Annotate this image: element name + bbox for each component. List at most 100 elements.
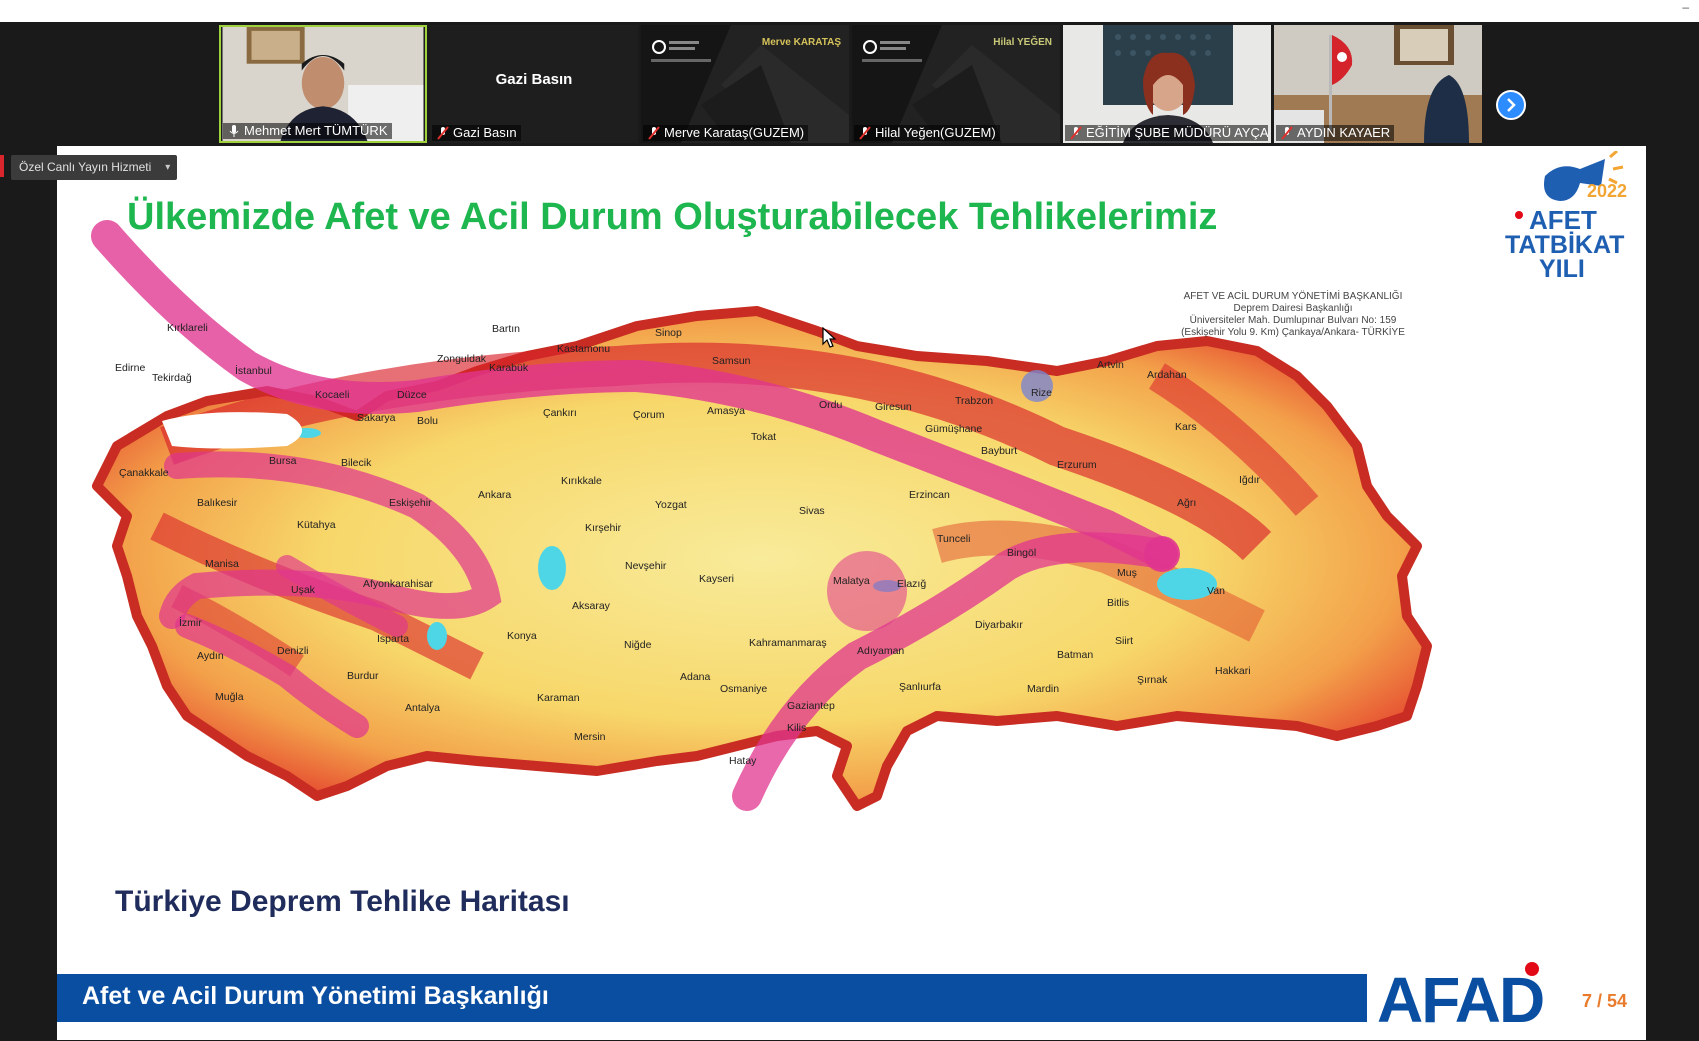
- city-label: Kırıkkale: [561, 475, 602, 487]
- virtual-background-label: Merve KARATAŞ: [761, 37, 841, 48]
- city-label: Sakarya: [357, 412, 396, 424]
- city-label: Mersin: [574, 731, 606, 743]
- mic-muted-icon: [1070, 126, 1082, 140]
- live-indicator: [0, 155, 4, 177]
- city-label: Niğde: [624, 639, 652, 651]
- city-label: Çankırı: [543, 407, 577, 419]
- city-label: Kırşehir: [585, 522, 622, 534]
- city-label: Mardin: [1027, 683, 1059, 695]
- city-label: Malatya: [833, 575, 870, 587]
- city-label: Çanakkale: [119, 467, 169, 479]
- city-label: Isparta: [377, 633, 409, 645]
- city-label: Edirne: [115, 362, 146, 374]
- city-label: Tekirdağ: [152, 372, 192, 384]
- city-label: Muş: [1117, 567, 1137, 579]
- city-label: Adana: [680, 671, 711, 683]
- city-label: Sinop: [655, 327, 682, 339]
- city-label: Çorum: [633, 409, 665, 421]
- participant-tile[interactable]: AYDIN KAYAER: [1274, 25, 1482, 143]
- mic-muted-icon: [1281, 126, 1293, 140]
- participant-tile[interactable]: Hilal YEĞEN Hilal Yeğen(GUZEM): [852, 25, 1060, 143]
- city-label: Muğla: [215, 691, 244, 703]
- city-label: İstanbul: [235, 364, 272, 377]
- chevron-down-icon: ▾: [165, 162, 171, 173]
- city-label: Aydın: [197, 650, 224, 662]
- address-line: Üniversiteler Mah. Dumlupınar Bulvarı No…: [1189, 315, 1397, 326]
- city-label: Kahramanmaraş: [749, 637, 827, 649]
- city-label: Adıyaman: [857, 645, 904, 657]
- participant-display-name: Gazi Basın: [495, 71, 573, 88]
- mic-icon: [229, 125, 239, 137]
- city-label: Balıkesir: [197, 497, 238, 509]
- city-label: Van: [1207, 585, 1225, 597]
- mic-muted-icon: [648, 126, 660, 140]
- city-label: Konya: [507, 630, 537, 642]
- city-label: Iğdır: [1239, 474, 1261, 486]
- city-label: Elazığ: [897, 578, 926, 590]
- address-line: AFET VE ACİL DURUM YÖNETİMİ BAŞKANLIĞI: [1183, 291, 1403, 302]
- address-line: (Eskişehir Yolu 9. Km) Çankaya/Ankara- T…: [1181, 327, 1405, 338]
- afet-tatbikat-yili-logo: 2022 AFET TATBİKAT YILI: [1505, 151, 1627, 281]
- city-label: Şırnak: [1137, 674, 1168, 686]
- participant-name: EĞİTİM ŞUBE MÜDÜRÜ AYÇA ...: [1065, 125, 1268, 141]
- address-block: AFET VE ACİL DURUM YÖNETİMİ BAŞKANLIĞI D…: [1162, 291, 1424, 339]
- window-title-bar: –: [0, 0, 1699, 22]
- city-label: Ankara: [478, 489, 511, 501]
- footer-band: Afet ve Acil Durum Yönetimi Başkanlığı: [57, 974, 1367, 1022]
- participant-name: Gazi Basın: [432, 125, 521, 141]
- city-label: Kocaeli: [315, 389, 349, 401]
- address-line: Deprem Dairesi Başkanlığı: [1233, 303, 1353, 314]
- city-label: Afyonkarahisar: [363, 578, 434, 590]
- city-label: Samsun: [712, 355, 751, 367]
- city-label: Karaman: [537, 692, 580, 704]
- city-label: Kastamonu: [557, 343, 610, 355]
- city-label: Bayburt: [981, 445, 1017, 457]
- participant-tile[interactable]: EĞİTİM ŞUBE MÜDÜRÜ AYÇA ...: [1063, 25, 1271, 143]
- city-label: Nevşehir: [625, 560, 667, 572]
- participant-tile[interactable]: Gazi Basın Gazi Basın: [430, 25, 638, 143]
- city-label: Tunceli: [937, 533, 970, 545]
- participant-tile[interactable]: Merve KARATAŞ Merve Karataş(GUZEM): [641, 25, 849, 143]
- flag-icon: [1525, 962, 1539, 976]
- city-label: Kars: [1175, 421, 1197, 433]
- slide-title: Ülkemizde Afet ve Acil Durum Oluşturabil…: [127, 196, 1218, 238]
- city-label: Bingöl: [1007, 547, 1036, 559]
- mic-muted-icon: [859, 126, 871, 140]
- footer-text: Afet ve Acil Durum Yönetimi Başkanlığı: [82, 982, 549, 1010]
- city-label: Kütahya: [297, 519, 336, 531]
- city-label: Bursa: [269, 455, 297, 467]
- svg-text:2022: 2022: [1587, 181, 1627, 201]
- city-label: Giresun: [875, 401, 912, 413]
- city-label: Kilis: [787, 722, 806, 734]
- virtual-background-label: Hilal YEĞEN: [993, 37, 1052, 48]
- city-label: Rize: [1031, 387, 1052, 399]
- city-label: Yozgat: [655, 499, 687, 511]
- participant-strip: Mehmet Mert TÜMTÜRK Gazi Basın Gazi Bası…: [0, 22, 1699, 146]
- city-label: Manisa: [205, 558, 239, 570]
- participant-name: AYDIN KAYAER: [1276, 125, 1395, 141]
- city-label: Kayseri: [699, 573, 734, 585]
- presentation-slide: Kırklareli Edirne Tekirdağ İstanbul Kocaeli S…: [57, 146, 1646, 1040]
- city-label: Kırklareli: [167, 322, 208, 334]
- city-label: Zonguldak: [437, 353, 487, 365]
- afad-logo: AFAD: [1377, 964, 1545, 1036]
- city-label: Amasya: [707, 405, 745, 417]
- map-caption: Türkiye Deprem Tehlike Haritası: [115, 885, 570, 918]
- city-label: Trabzon: [955, 395, 993, 407]
- participant-name: Hilal Yeğen(GUZEM): [854, 125, 1000, 141]
- participant-tile[interactable]: Mehmet Mert TÜMTÜRK: [219, 25, 427, 143]
- city-label: Osmaniye: [720, 683, 767, 695]
- participant-name: Mehmet Mert TÜMTÜRK: [223, 123, 392, 139]
- minimize-button[interactable]: –: [1682, 0, 1689, 14]
- city-label: Ordu: [819, 399, 843, 411]
- city-label: Bilecik: [341, 457, 372, 469]
- page-number: 7 / 54: [1582, 991, 1628, 1011]
- city-label: Gaziantep: [787, 700, 835, 712]
- live-stream-menu-button[interactable]: Özel Canlı Yayın Hizmeti ▾: [11, 155, 178, 180]
- city-label: Karabük: [489, 362, 529, 374]
- city-label: Gümüşhane: [925, 423, 982, 435]
- next-page-button[interactable]: [1496, 90, 1526, 120]
- participant-name: Merve Karataş(GUZEM): [643, 125, 809, 141]
- city-label: Eskişehir: [389, 497, 432, 509]
- chevron-right-icon: [1507, 98, 1516, 112]
